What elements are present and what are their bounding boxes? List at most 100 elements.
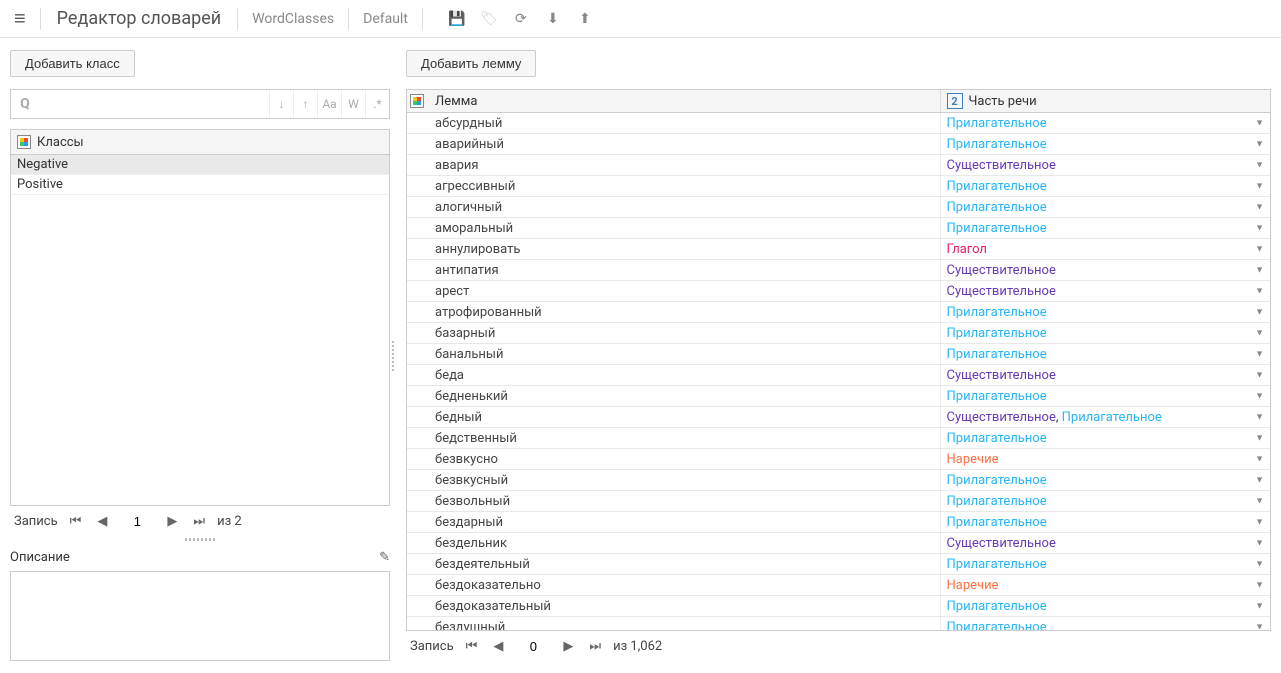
pos-cell[interactable]: Прилагательное▼ bbox=[940, 176, 1270, 197]
pos-cell[interactable]: Прилагательное▼ bbox=[940, 470, 1270, 491]
lemma-row[interactable]: бездарныйПрилагательное▼ bbox=[407, 512, 1270, 533]
lemma-cell[interactable]: безвкусно bbox=[429, 449, 940, 470]
pos-cell[interactable]: Прилагательное▼ bbox=[940, 491, 1270, 512]
lemma-row[interactable]: абсурдныйПрилагательное▼ bbox=[407, 113, 1270, 134]
lemma-cell[interactable]: безвольный bbox=[429, 491, 940, 512]
upload-icon[interactable]: ⬆ bbox=[571, 5, 599, 33]
whole-word-toggle[interactable]: W bbox=[341, 90, 365, 118]
pos-cell[interactable]: Наречие▼ bbox=[940, 449, 1270, 470]
pos-cell[interactable]: Прилагательное▼ bbox=[940, 134, 1270, 155]
lemma-row[interactable]: аморальныйПрилагательное▼ bbox=[407, 218, 1270, 239]
lemma-cell[interactable]: аварийный bbox=[429, 134, 940, 155]
pos-cell[interactable]: Существительное▼ bbox=[940, 155, 1270, 176]
dropdown-caret-icon[interactable]: ▼ bbox=[1255, 517, 1264, 528]
dropdown-caret-icon[interactable]: ▼ bbox=[1255, 244, 1264, 255]
lemma-cell[interactable]: бездоказательно bbox=[429, 575, 940, 596]
dropdown-caret-icon[interactable]: ▼ bbox=[1255, 391, 1264, 402]
lemma-cell[interactable]: бездушный bbox=[429, 617, 940, 632]
breadcrumb-2[interactable]: Default bbox=[357, 11, 414, 27]
case-toggle[interactable]: Aa bbox=[317, 90, 341, 118]
lemma-row[interactable]: банальныйПрилагательное▼ bbox=[407, 344, 1270, 365]
dropdown-caret-icon[interactable]: ▼ bbox=[1255, 328, 1264, 339]
regex-toggle[interactable]: .* bbox=[365, 90, 389, 118]
pos-cell[interactable]: Прилагательное▼ bbox=[940, 554, 1270, 575]
pager-next-icon[interactable]: ▶ bbox=[163, 514, 181, 529]
dropdown-caret-icon[interactable]: ▼ bbox=[1255, 580, 1264, 591]
lemma-cell[interactable]: бездарный bbox=[429, 512, 940, 533]
lemma-cell[interactable]: алогичный bbox=[429, 197, 940, 218]
lemma-cell[interactable]: авария bbox=[429, 155, 940, 176]
lemma-row[interactable]: агрессивныйПрилагательное▼ bbox=[407, 176, 1270, 197]
dropdown-caret-icon[interactable]: ▼ bbox=[1255, 349, 1264, 360]
lemma-row[interactable]: аварийныйПрилагательное▼ bbox=[407, 134, 1270, 155]
lemma-row[interactable]: бедныйСуществительное, Прилагательное▼ bbox=[407, 407, 1270, 428]
pos-cell[interactable]: Прилагательное▼ bbox=[940, 512, 1270, 533]
pos-cell[interactable]: Прилагательное▼ bbox=[940, 617, 1270, 632]
pos-cell[interactable]: Прилагательное▼ bbox=[940, 323, 1270, 344]
class-row[interactable]: Negative bbox=[11, 155, 389, 175]
lemma-cell[interactable]: безвкусный bbox=[429, 470, 940, 491]
dropdown-caret-icon[interactable]: ▼ bbox=[1255, 622, 1264, 632]
pager-prev-icon[interactable]: ◀ bbox=[93, 514, 111, 529]
pos-cell[interactable]: Существительное▼ bbox=[940, 260, 1270, 281]
lemma-cell[interactable]: базарный bbox=[429, 323, 940, 344]
lemma-row[interactable]: атрофированныйПрилагательное▼ bbox=[407, 302, 1270, 323]
dropdown-caret-icon[interactable]: ▼ bbox=[1255, 454, 1264, 465]
lemma-cell[interactable]: атрофированный bbox=[429, 302, 940, 323]
pager-current-input[interactable] bbox=[119, 514, 155, 529]
dropdown-caret-icon[interactable]: ▼ bbox=[1255, 601, 1264, 612]
pager-first-icon[interactable]: ⏮ bbox=[462, 639, 482, 654]
pos-cell[interactable]: Существительное▼ bbox=[940, 365, 1270, 386]
lemma-row[interactable]: безвольныйПрилагательное▼ bbox=[407, 491, 1270, 512]
lemma-cell[interactable]: бедненький bbox=[429, 386, 940, 407]
pos-cell[interactable]: Существительное▼ bbox=[940, 533, 1270, 554]
pager-last-icon[interactable]: ⏭ bbox=[585, 639, 605, 654]
lemma-row[interactable]: аннулироватьГлагол▼ bbox=[407, 239, 1270, 260]
dropdown-caret-icon[interactable]: ▼ bbox=[1255, 559, 1264, 570]
lemma-row[interactable]: аварияСуществительное▼ bbox=[407, 155, 1270, 176]
pencil-icon[interactable]: ✎ bbox=[379, 550, 390, 565]
lemma-row[interactable]: арестСуществительное▼ bbox=[407, 281, 1270, 302]
pos-cell[interactable]: Прилагательное▼ bbox=[940, 113, 1270, 134]
horizontal-grip[interactable] bbox=[10, 538, 390, 544]
pos-cell[interactable]: Прилагательное▼ bbox=[940, 218, 1270, 239]
lemma-cell[interactable]: бездоказательный bbox=[429, 596, 940, 617]
lemma-cell[interactable]: бездеятельный bbox=[429, 554, 940, 575]
lemma-cell[interactable]: агрессивный bbox=[429, 176, 940, 197]
sort-desc-icon[interactable]: ↓ bbox=[269, 90, 293, 118]
pos-cell[interactable]: Существительное, Прилагательное▼ bbox=[940, 407, 1270, 428]
pos-cell[interactable]: Прилагательное▼ bbox=[940, 197, 1270, 218]
class-search-input[interactable] bbox=[39, 90, 269, 118]
lemma-cell[interactable]: бедный bbox=[429, 407, 940, 428]
dropdown-caret-icon[interactable]: ▼ bbox=[1255, 412, 1264, 423]
sort-asc-icon[interactable]: ↑ bbox=[293, 90, 317, 118]
lemma-row[interactable]: бедненькийПрилагательное▼ bbox=[407, 386, 1270, 407]
lemma-row[interactable]: бездеятельныйПрилагательное▼ bbox=[407, 554, 1270, 575]
pos-cell[interactable]: Прилагательное▼ bbox=[940, 596, 1270, 617]
lemma-row[interactable]: бездоказательныйПрилагательное▼ bbox=[407, 596, 1270, 617]
pos-cell[interactable]: Существительное▼ bbox=[940, 281, 1270, 302]
lemma-row[interactable]: бездельникСуществительное▼ bbox=[407, 533, 1270, 554]
col-pos-header[interactable]: 2Часть речи bbox=[940, 90, 1270, 113]
dropdown-caret-icon[interactable]: ▼ bbox=[1255, 475, 1264, 486]
lemma-cell[interactable]: антипатия bbox=[429, 260, 940, 281]
lemma-row[interactable]: безвкусныйПрилагательное▼ bbox=[407, 470, 1270, 491]
add-class-button[interactable]: Добавить класс bbox=[10, 50, 135, 77]
dropdown-caret-icon[interactable]: ▼ bbox=[1255, 307, 1264, 318]
dropdown-caret-icon[interactable]: ▼ bbox=[1255, 496, 1264, 507]
dropdown-caret-icon[interactable]: ▼ bbox=[1255, 160, 1264, 171]
dropdown-caret-icon[interactable]: ▼ bbox=[1255, 538, 1264, 549]
hamburger-icon[interactable]: ≡ bbox=[8, 6, 32, 31]
dropdown-caret-icon[interactable]: ▼ bbox=[1255, 181, 1264, 192]
pos-cell[interactable]: Прилагательное▼ bbox=[940, 386, 1270, 407]
lemma-cell[interactable]: бездельник bbox=[429, 533, 940, 554]
pos-cell[interactable]: Глагол▼ bbox=[940, 239, 1270, 260]
pager-last-icon[interactable]: ⏭ bbox=[189, 514, 209, 529]
lemma-row[interactable]: бедственныйПрилагательное▼ bbox=[407, 428, 1270, 449]
lemma-cell[interactable]: аннулировать bbox=[429, 239, 940, 260]
lemma-row[interactable]: безвкусноНаречие▼ bbox=[407, 449, 1270, 470]
pos-cell[interactable]: Прилагательное▼ bbox=[940, 344, 1270, 365]
pager-first-icon[interactable]: ⏮ bbox=[66, 514, 86, 529]
dropdown-caret-icon[interactable]: ▼ bbox=[1255, 202, 1264, 213]
pos-cell[interactable]: Прилагательное▼ bbox=[940, 302, 1270, 323]
